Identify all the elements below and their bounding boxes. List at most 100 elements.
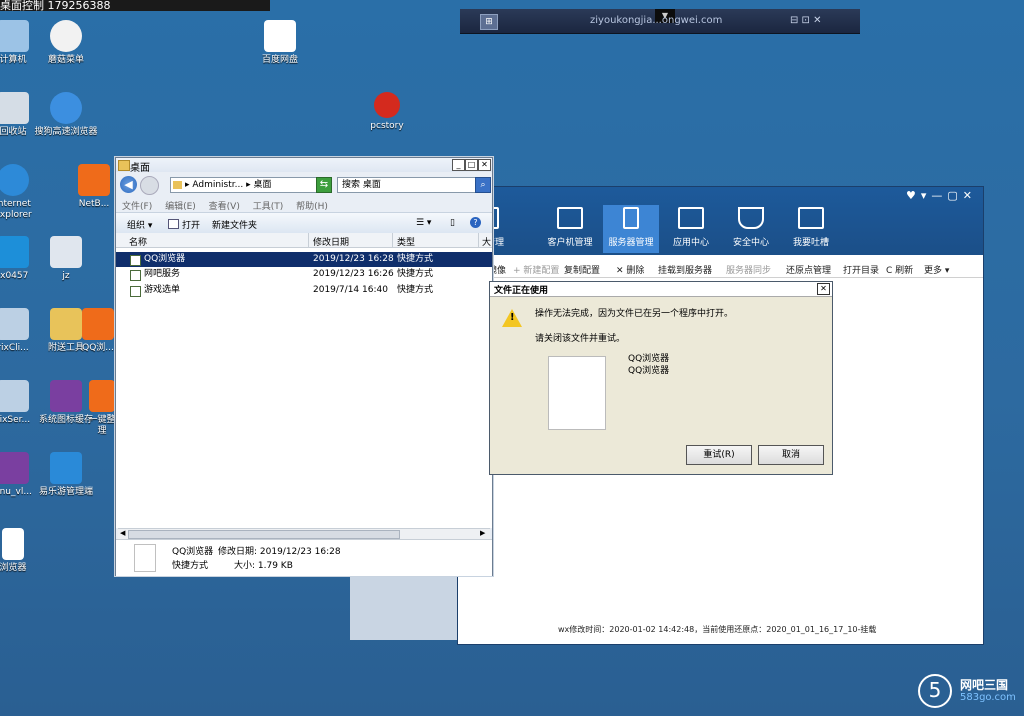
refresh-button[interactable]: ⇆ xyxy=(316,177,332,193)
menu-tools[interactable]: 工具(T) xyxy=(253,202,284,212)
column-separator xyxy=(308,233,309,247)
app-header: ♥▾—▢✕ 资源管理 客户机管理 服务器管理 应用中心 安全中心 我要吐槽 xyxy=(458,187,983,255)
list-item[interactable]: 网吧服务 2019/12/23 16:26 快捷方式 xyxy=(116,267,492,282)
mogu-icon xyxy=(50,20,82,52)
window-controls[interactable]: ♥▾—▢✕ xyxy=(906,189,977,202)
toolbar-restore-points[interactable]: 还原点管理 xyxy=(786,263,831,276)
retry-button[interactable]: 重试(R) xyxy=(686,445,752,465)
list-item[interactable]: 游戏选单 2019/7/14 16:40 快捷方式 xyxy=(116,283,492,298)
dialog-title: 文件正在使用 xyxy=(494,286,549,296)
menu-edit[interactable]: 编辑(E) xyxy=(165,202,196,212)
watermark-title: 网吧三国 xyxy=(960,678,1009,692)
status-text: wx修改时间：2020-01-02 14:42:48，当前使用还原点：2020_… xyxy=(558,625,877,634)
desktop-icon-qq-browser[interactable]: QQ浏... xyxy=(80,308,116,354)
view-options-icon[interactable]: ☰ ▾ xyxy=(416,218,431,228)
explorer-titlebar[interactable]: 桌面 _ □ ✕ xyxy=(116,158,492,174)
column-type[interactable]: 类型 xyxy=(397,235,415,248)
column-size[interactable]: 大 xyxy=(482,235,491,248)
toolbar-open-dir[interactable]: 打开目录 xyxy=(843,263,879,276)
details-type: 快捷方式 xyxy=(172,561,209,571)
dialog-close-button[interactable]: ✕ xyxy=(817,283,830,295)
desktop-icon-baidu-netdisk[interactable]: 百度网盘 xyxy=(245,20,315,66)
forward-button[interactable] xyxy=(140,176,159,195)
toolbar-refresh[interactable]: C 刷新 xyxy=(886,263,913,276)
horizontal-scrollbar[interactable]: ◀ ▶ xyxy=(118,528,490,539)
menu-file[interactable]: 文件(F) xyxy=(122,202,152,212)
baidu-netdisk-icon xyxy=(264,20,296,52)
desktop-icon-one-click[interactable]: 一键整理 xyxy=(88,380,116,437)
details-pane: QQ浏览器 修改日期: 2019/12/23 16:28 快捷方式 大小: 1.… xyxy=(116,539,492,576)
remote-control-bar[interactable]: ⊞ ▼ ziyoukongjia...ongwei.com ⊟ ⊡ ✕ xyxy=(460,9,860,34)
column-name[interactable]: 名称 xyxy=(129,235,147,248)
jx0457-icon xyxy=(0,236,29,268)
shortcut-icon xyxy=(130,270,141,281)
scroll-right-icon[interactable]: ▶ xyxy=(480,529,485,537)
shortcut-icon xyxy=(130,286,141,297)
menu-help[interactable]: 帮助(H) xyxy=(296,202,328,212)
pin-icon[interactable]: ⊞ xyxy=(480,14,498,30)
desktop-icon-sogou-browser[interactable]: 搜狗高速浏览器 xyxy=(31,92,101,138)
explorer-title: 桌面 xyxy=(130,163,150,174)
folder-icon xyxy=(50,308,82,340)
search-input[interactable]: 搜索 桌面 xyxy=(337,177,479,193)
toolbar-mount[interactable]: 挂载到服务器 xyxy=(658,263,712,276)
scroll-thumb[interactable] xyxy=(128,530,400,539)
desktop-icon-netbar[interactable]: NetB... xyxy=(72,164,116,210)
menu-bar: 文件(F) 编辑(E) 查看(V) 工具(T) 帮助(H) xyxy=(122,199,338,212)
server-toolbar: 镜像 + 新建配置 复制配置 ✕ 删除 挂载到服务器 服务器同步 还原点管理 打… xyxy=(458,259,983,278)
watermark-url: 583go.com xyxy=(960,692,1016,703)
qq-browser-icon xyxy=(82,308,114,340)
maximize-button[interactable]: □ xyxy=(465,159,478,171)
back-button[interactable]: ◀ xyxy=(120,176,137,193)
details-modified: 修改日期: 2019/12/23 16:28 xyxy=(218,547,341,557)
list-item[interactable]: QQ浏览器 2019/12/23 16:28 快捷方式 xyxy=(116,252,492,267)
nav-client[interactable]: 客户机管理 xyxy=(542,205,598,253)
column-date[interactable]: 修改日期 xyxy=(313,235,349,248)
dialog-message: 操作无法完成，因为文件已在另一个程序中打开。 xyxy=(535,309,734,319)
desktop-icon-pcstory[interactable]: pcstory xyxy=(352,92,422,132)
desktop-icon-mogu[interactable]: 蘑菇菜单 xyxy=(31,20,101,66)
toolbar-copy-config[interactable]: 复制配置 xyxy=(564,263,600,276)
remote-host-title: ziyoukongjia...ongwei.com xyxy=(590,15,723,26)
dialog-titlebar[interactable]: 文件正在使用 ✕ xyxy=(490,282,832,297)
gear-icon xyxy=(50,236,82,268)
desktop-icon-ie[interactable]: Internet Explorer xyxy=(0,164,48,221)
open-button[interactable]: 打开 xyxy=(182,218,200,231)
toolbar-sync[interactable]: 服务器同步 xyxy=(726,263,771,276)
sogou-browser-icon xyxy=(50,92,82,124)
remote-window-controls[interactable]: ⊟ ⊡ ✕ xyxy=(790,15,822,26)
close-button[interactable]: ✕ xyxy=(478,159,491,171)
open-icon xyxy=(168,219,179,229)
file-icon xyxy=(134,544,156,572)
desktop-icon-browser[interactable]: 浏览器 xyxy=(0,528,48,574)
internet-explorer-icon xyxy=(0,164,29,196)
address-bar[interactable]: ▸ Administr... ▸ 桌面 ▾ xyxy=(170,177,327,193)
folder-icon xyxy=(173,181,182,189)
new-folder-button[interactable]: 新建文件夹 xyxy=(212,218,257,231)
shield-icon xyxy=(738,207,764,229)
nav-security[interactable]: 安全中心 xyxy=(723,205,779,253)
organize-button[interactable]: 组织 ▾ xyxy=(127,218,152,231)
desktop-icon-yileyou[interactable]: 易乐游管理端 xyxy=(31,452,101,498)
pcstory-icon xyxy=(374,92,400,118)
preview-pane-icon[interactable]: ▯ xyxy=(450,218,455,228)
help-icon[interactable]: ? xyxy=(470,217,481,228)
toolbar-new-config[interactable]: + 新建配置 xyxy=(513,263,559,276)
toolbar-more[interactable]: 更多 ▾ xyxy=(924,263,949,276)
recycle-bin-icon xyxy=(0,92,29,124)
menu-view[interactable]: 查看(V) xyxy=(209,202,240,212)
chat-icon xyxy=(798,207,824,229)
toolbar-delete[interactable]: ✕ 删除 xyxy=(616,263,644,276)
minimize-button[interactable]: _ xyxy=(452,159,465,171)
nav-feedback[interactable]: 我要吐槽 xyxy=(783,205,839,253)
nav-apps[interactable]: 应用中心 xyxy=(663,205,719,253)
column-separator xyxy=(392,233,393,247)
scroll-left-icon[interactable]: ◀ xyxy=(120,529,125,537)
search-icon[interactable]: ⌕ xyxy=(475,177,491,193)
desktop-icon-jz[interactable]: jz xyxy=(31,236,101,282)
cancel-button[interactable]: 取消 xyxy=(758,445,824,465)
server-icon xyxy=(623,207,639,229)
nav-server[interactable]: 服务器管理 xyxy=(603,205,659,253)
computer-icon xyxy=(0,20,29,52)
archive-icon xyxy=(0,452,29,484)
